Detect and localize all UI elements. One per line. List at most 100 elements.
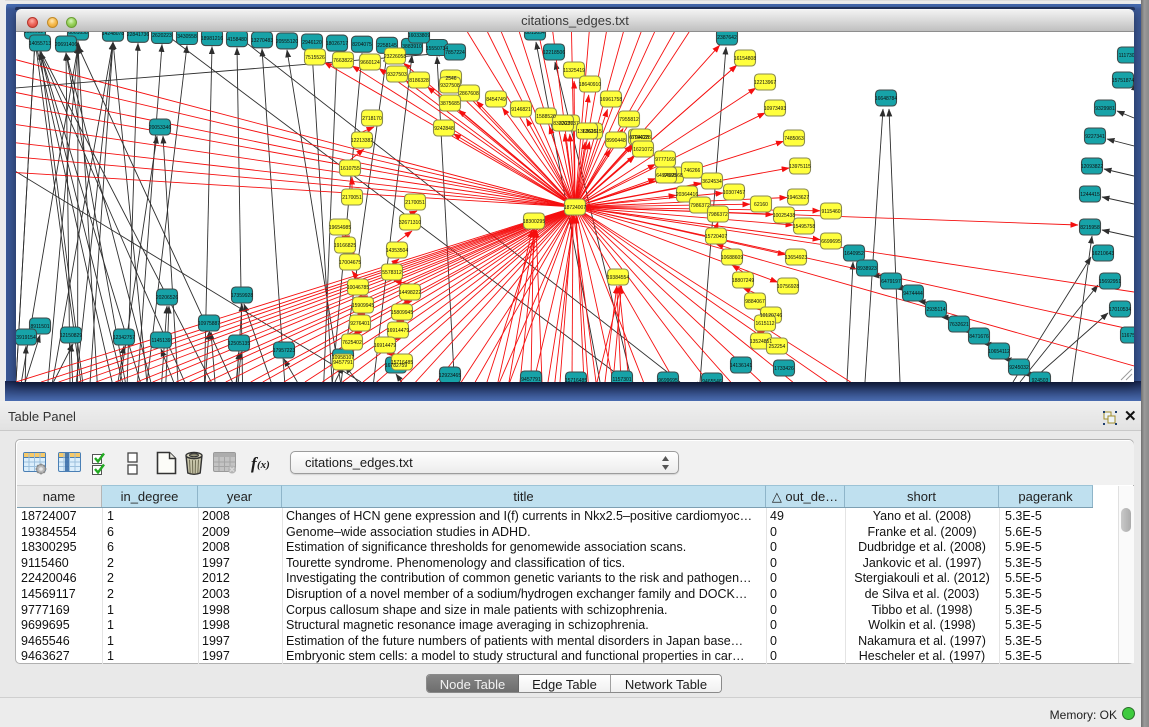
svg-text:3919154: 3919154 (16, 335, 36, 341)
svg-text:9777169: 9777169 (655, 157, 675, 163)
svg-text:6794028: 6794028 (631, 135, 651, 141)
svg-text:8215958: 8215958 (1080, 225, 1100, 231)
svg-text:7515526: 7515526 (305, 55, 325, 61)
svg-text:3430558: 3430558 (177, 34, 197, 40)
svg-text:252254: 252254 (769, 344, 786, 350)
svg-text:7625402: 7625402 (342, 340, 362, 346)
svg-text:8186328: 8186328 (409, 78, 429, 84)
svg-text:14248078: 14248078 (102, 32, 124, 37)
svg-text:12213382: 12213382 (351, 138, 373, 144)
svg-text:10307457: 10307457 (723, 190, 745, 196)
svg-text:8938923: 8938923 (857, 266, 877, 272)
svg-text:10654112: 10654112 (988, 349, 1010, 355)
svg-text:2258145: 2258145 (377, 43, 397, 49)
svg-text:14136141: 14136141 (730, 363, 752, 369)
svg-text:12505135: 12505135 (228, 341, 250, 347)
svg-text:9245032: 9245032 (1009, 365, 1029, 371)
svg-text:18026717: 18026717 (326, 41, 348, 47)
svg-text:1362615: 1362615 (577, 129, 597, 135)
svg-text:1733426: 1733426 (774, 366, 794, 372)
svg-text:18981216: 18981216 (201, 36, 223, 42)
svg-text:7986372: 7986372 (708, 212, 728, 218)
svg-text:2935114: 2935114 (926, 307, 945, 313)
svg-text:1640952: 1640952 (844, 251, 864, 257)
svg-text:19384554: 19384554 (607, 275, 629, 281)
svg-text:5578312: 5578312 (382, 270, 402, 276)
svg-text:6497568: 6497568 (656, 173, 676, 179)
svg-text:3883910: 3883910 (402, 44, 422, 50)
svg-text:16648784: 16648784 (875, 96, 897, 102)
svg-text:11325419: 11325419 (563, 68, 585, 74)
svg-text:19463627: 19463627 (787, 195, 809, 201)
svg-text:17359928: 17359928 (231, 293, 253, 299)
svg-text:2867608: 2867608 (459, 91, 479, 97)
svg-text:2946120: 2946120 (302, 40, 322, 46)
svg-text:2170051: 2170051 (405, 200, 425, 206)
svg-text:13975115: 13975115 (789, 164, 811, 170)
svg-text:9884067: 9884067 (745, 299, 765, 305)
svg-text:9276401: 9276401 (350, 321, 370, 327)
svg-text:7986372: 7986372 (690, 203, 710, 209)
svg-text:8990448: 8990448 (606, 138, 626, 144)
svg-text:20691406: 20691406 (55, 42, 77, 48)
svg-text:14353504: 14353504 (386, 248, 408, 254)
svg-text:1157301: 1157301 (612, 377, 631, 382)
svg-text:8322037: 8322037 (553, 121, 573, 127)
svg-text:18807249: 18807249 (732, 278, 754, 284)
svg-text:9457791: 9457791 (521, 377, 541, 382)
svg-text:746266: 746266 (684, 168, 701, 174)
svg-text:17004675: 17004675 (339, 260, 361, 266)
svg-text:9457791: 9457791 (333, 360, 353, 366)
svg-text:1167534: 1167534 (1121, 333, 1134, 339)
svg-text:1244415: 1244415 (1080, 192, 1100, 198)
svg-text:9242848: 9242848 (434, 126, 454, 132)
svg-text:7632621: 7632621 (949, 322, 969, 328)
svg-text:16961758: 16961758 (600, 97, 622, 103)
svg-text:924503: 924503 (1032, 378, 1049, 382)
svg-text:2620223: 2620223 (152, 33, 172, 39)
svg-text:15751874: 15751874 (1112, 78, 1134, 84)
svg-text:8204075: 8204075 (352, 42, 372, 48)
svg-text:9699695: 9699695 (658, 378, 678, 382)
svg-text:9329981: 9329981 (1095, 106, 1115, 112)
svg-text:1621072: 1621072 (633, 147, 653, 153)
svg-text:8471676: 8471676 (969, 334, 989, 340)
svg-text:16210643: 16210643 (1092, 251, 1114, 257)
svg-text:18300295: 18300295 (523, 219, 545, 225)
svg-text:13270483: 13270483 (251, 38, 273, 44)
svg-text:10973493: 10973493 (764, 106, 786, 112)
svg-text:9465546: 9465546 (702, 379, 722, 382)
svg-text:1145139: 1145139 (151, 338, 170, 344)
svg-text:23226058: 23226058 (384, 54, 406, 60)
svg-text:9327503: 9327503 (387, 72, 407, 78)
svg-text:12218506: 12218506 (543, 50, 565, 56)
svg-text:12150829: 12150829 (60, 333, 82, 339)
svg-text:16154808: 16154808 (734, 56, 756, 62)
svg-text:2387642: 2387642 (717, 35, 737, 41)
svg-text:9146821: 9146821 (511, 107, 531, 113)
svg-text:10046785: 10046785 (347, 285, 369, 291)
svg-text:8813054: 8813054 (525, 32, 545, 36)
svg-text:22841736: 22841736 (127, 32, 149, 38)
svg-text:12342757: 12342757 (113, 335, 135, 341)
svg-text:20206526: 20206526 (156, 295, 178, 301)
svg-text:16914479: 16914479 (387, 328, 409, 334)
svg-text:15809945: 15809945 (391, 310, 413, 316)
svg-text:2546: 2546 (445, 76, 456, 82)
svg-text:15909945: 15909945 (352, 303, 374, 309)
svg-text:10756928: 10756928 (777, 284, 799, 290)
svg-text:8911501: 8911501 (30, 324, 49, 330)
svg-text:(x): (x) (257, 459, 270, 471)
svg-text:12923465: 12923465 (439, 373, 461, 379)
svg-text:6479197: 6479197 (881, 279, 901, 285)
svg-text:12093822: 12093822 (1081, 164, 1103, 170)
svg-text:10688609: 10688609 (721, 255, 743, 261)
svg-text:9227341: 9227341 (1085, 134, 1105, 140)
svg-text:3624534: 3624534 (702, 179, 722, 185)
svg-text:1588520: 1588520 (536, 114, 556, 120)
svg-text:15716485: 15716485 (391, 360, 413, 366)
svg-text:7857224: 7857224 (445, 50, 465, 56)
svg-text:16033809: 16033809 (408, 33, 430, 39)
svg-text:10975887: 10975887 (198, 321, 220, 327)
svg-text:20364416: 20364416 (676, 192, 698, 198)
